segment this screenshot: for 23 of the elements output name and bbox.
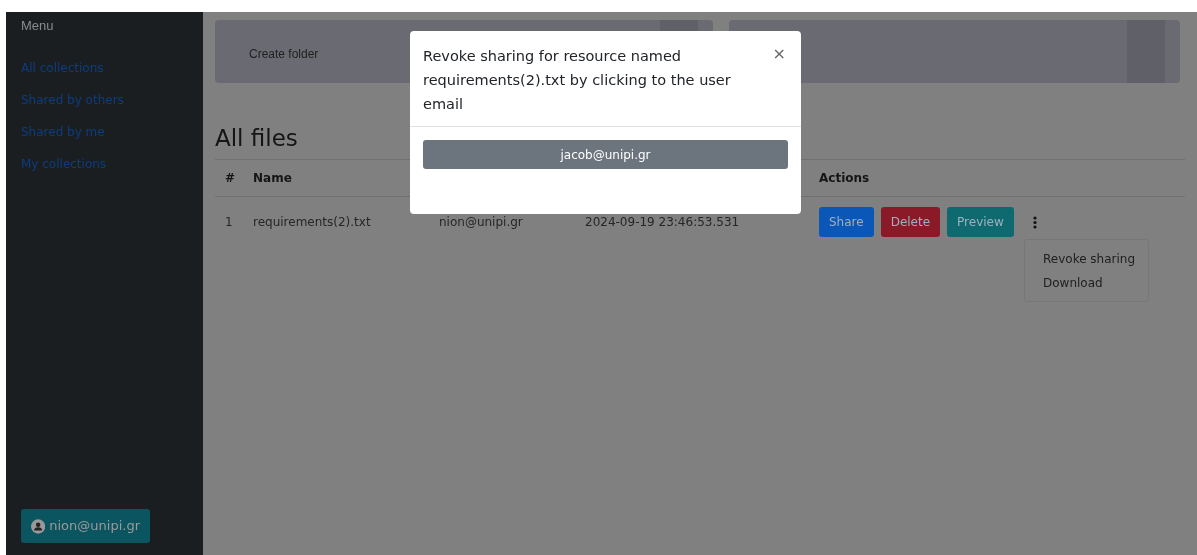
sidebar-link[interactable]: All collections <box>21 57 104 78</box>
sidebar-link[interactable]: Shared by me <box>21 121 105 142</box>
page-heading: All files <box>215 124 298 153</box>
action-button[interactable]: Share <box>819 207 874 237</box>
table-cell-text: 1 <box>224 214 234 231</box>
column-header: Actions <box>819 170 870 187</box>
menu-item[interactable]: Download <box>1043 273 1103 292</box>
column-header: # <box>224 170 237 187</box>
table-cell-text: requirements(2).txt <box>253 214 372 231</box>
modal-title: Revoke sharing for resource named requirements(2).txt by clicking to the user email <box>423 47 732 114</box>
table-cell-text: nion@unipi.gr <box>439 214 524 231</box>
user-button[interactable]: nion@unipi.gr <box>21 509 150 543</box>
menu-item[interactable]: Revoke sharing <box>1043 249 1136 268</box>
menu-title: Menu <box>21 17 55 35</box>
column-header: Name <box>253 170 293 187</box>
action-button[interactable]: Delete <box>880 207 941 237</box>
more-options-icon[interactable] <box>1032 215 1037 229</box>
sidebar-link[interactable]: My collections <box>21 153 107 174</box>
close-button[interactable]: × <box>772 44 786 64</box>
user-email-button[interactable]: jacob@unipi.gr <box>423 140 788 169</box>
table-cell-text: 2024-09-19 23:46:53.531 <box>585 214 741 231</box>
action-button[interactable]: Preview <box>947 207 1014 237</box>
sidebar-link[interactable]: Shared by others <box>21 89 124 110</box>
